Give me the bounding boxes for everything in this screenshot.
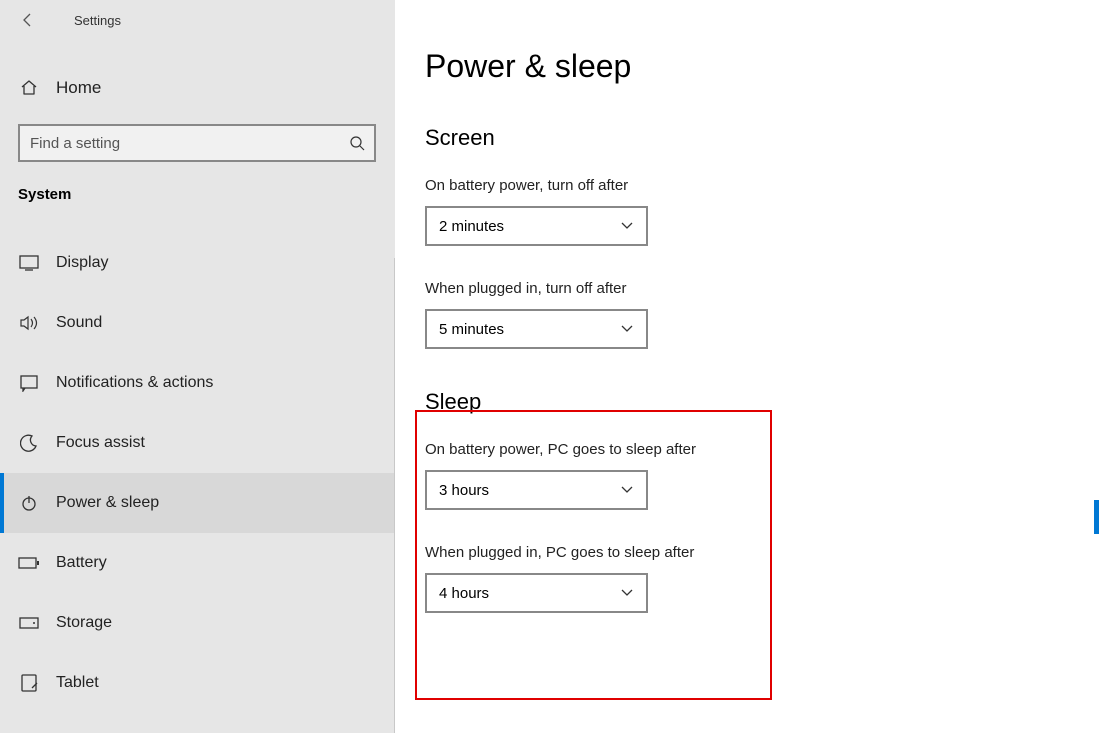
display-icon: [18, 255, 40, 271]
screen-plugged-dropdown[interactable]: 5 minutes: [425, 309, 648, 349]
nav-label: Focus assist: [56, 434, 145, 452]
page-title: Power & sleep: [425, 48, 1069, 85]
nav-item-battery[interactable]: Battery: [0, 533, 395, 593]
dropdown-value: 2 minutes: [439, 218, 504, 235]
section-label-system: System: [0, 162, 395, 211]
sleep-plugged-dropdown[interactable]: 4 hours: [425, 573, 648, 613]
nav-label: Notifications & actions: [56, 374, 213, 392]
nav-item-sound[interactable]: Sound: [0, 293, 395, 353]
chevron-down-icon: [620, 221, 634, 231]
chevron-down-icon: [620, 485, 634, 495]
nav-label: Display: [56, 254, 108, 272]
sleep-battery-dropdown[interactable]: 3 hours: [425, 470, 648, 510]
nav-item-notifications[interactable]: Notifications & actions: [0, 353, 395, 413]
nav-list: Display Sound Notifications & actions Fo…: [0, 233, 395, 713]
header-title: Settings: [74, 13, 121, 28]
screen-battery-dropdown[interactable]: 2 minutes: [425, 206, 648, 246]
sleep-plugged-label: When plugged in, PC goes to sleep after: [425, 544, 1069, 561]
dropdown-value: 4 hours: [439, 585, 489, 602]
tablet-icon: [18, 674, 40, 692]
window-edge-accent: [1094, 500, 1099, 534]
nav-item-storage[interactable]: Storage: [0, 593, 395, 653]
focus-icon: [18, 434, 40, 452]
dropdown-value: 5 minutes: [439, 321, 504, 338]
battery-icon: [18, 557, 40, 569]
screen-plugged-label: When plugged in, turn off after: [425, 280, 1069, 297]
section-sleep-title: Sleep: [425, 389, 1069, 415]
sidebar: Settings Home System Display: [0, 0, 395, 733]
nav-item-tablet[interactable]: Tablet: [0, 653, 395, 713]
nav-item-display[interactable]: Display: [0, 233, 395, 293]
search-icon: [340, 135, 374, 151]
screen-battery-label: On battery power, turn off after: [425, 177, 1069, 194]
power-icon: [18, 494, 40, 512]
sleep-battery-label: On battery power, PC goes to sleep after: [425, 441, 1069, 458]
storage-icon: [18, 617, 40, 629]
nav-label: Storage: [56, 614, 112, 632]
nav-home-label: Home: [56, 78, 101, 98]
section-screen-title: Screen: [425, 125, 1069, 151]
notifications-icon: [18, 374, 40, 392]
sound-icon: [18, 315, 40, 331]
search-input[interactable]: [18, 124, 376, 162]
chevron-down-icon: [620, 588, 634, 598]
nav-label: Power & sleep: [56, 494, 159, 512]
nav-item-power[interactable]: Power & sleep: [0, 473, 395, 533]
search-field[interactable]: [20, 135, 340, 152]
nav-home[interactable]: Home: [0, 66, 395, 110]
back-button[interactable]: [20, 12, 40, 28]
nav-label: Sound: [56, 314, 102, 332]
nav-label: Tablet: [56, 674, 99, 692]
nav-label: Battery: [56, 554, 107, 572]
main-content: Power & sleep Screen On battery power, t…: [395, 0, 1099, 733]
chevron-down-icon: [620, 324, 634, 334]
nav-item-focus[interactable]: Focus assist: [0, 413, 395, 473]
home-icon: [18, 78, 40, 98]
dropdown-value: 3 hours: [439, 482, 489, 499]
